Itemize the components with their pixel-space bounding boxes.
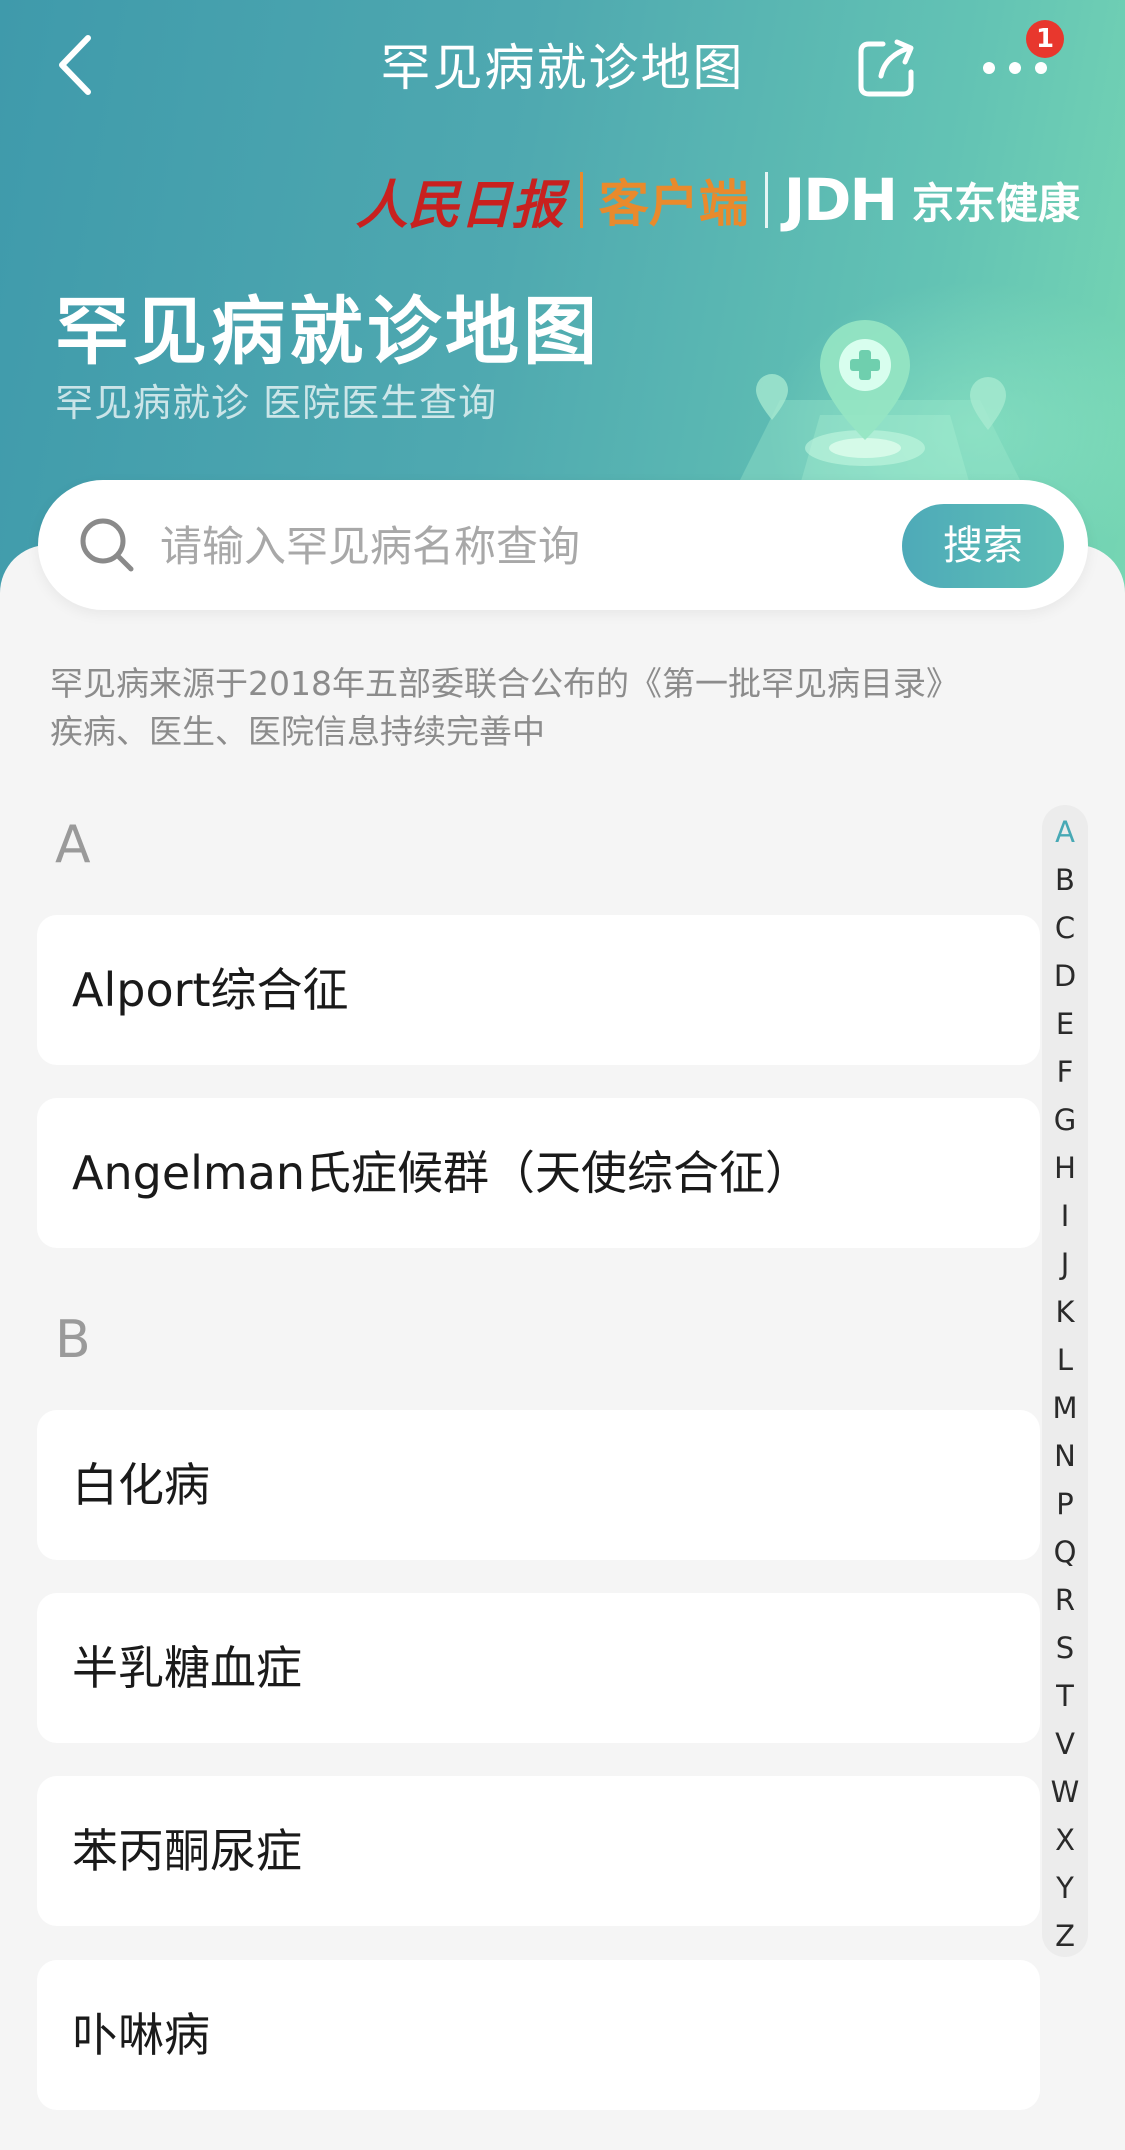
notice-line: 疾病、医生、医院信息持续完善中	[50, 712, 545, 751]
brand-logos: 人民日报 客户端 JDH 京东健康	[355, 165, 1080, 236]
notice-text: 罕见病来源于2018年五部委联合公布的《第一批罕见病目录》 疾病、医生、医院信息…	[50, 660, 1050, 756]
index-letter-f[interactable]: F	[1042, 1055, 1088, 1089]
index-letter-g[interactable]: G	[1042, 1103, 1088, 1137]
list-item[interactable]: Alport综合征	[37, 915, 1040, 1065]
client-logo: 客户端	[598, 175, 749, 233]
index-letter-s[interactable]: S	[1042, 1631, 1088, 1665]
index-letter-k[interactable]: K	[1042, 1295, 1088, 1329]
index-letter-d[interactable]: D	[1042, 959, 1088, 993]
navigation-bar: 罕见病就诊地图 1	[0, 0, 1125, 130]
notice-line: 罕见病来源于2018年五部委联合公布的《第一批罕见病目录》	[50, 664, 959, 703]
page-title: 罕见病就诊地图	[380, 39, 745, 97]
search-icon	[80, 518, 134, 572]
index-letter-z[interactable]: Z	[1042, 1919, 1088, 1953]
jd-health-logo: 京东健康	[911, 178, 1080, 228]
index-letter-y[interactable]: Y	[1042, 1871, 1088, 1905]
index-letter-h[interactable]: H	[1042, 1151, 1088, 1185]
index-letter-t[interactable]: T	[1042, 1679, 1088, 1713]
index-letter-p[interactable]: P	[1042, 1487, 1088, 1521]
disease-name: 白化病	[72, 1458, 210, 1512]
search-bar: 搜索	[38, 480, 1088, 610]
index-letter-x[interactable]: X	[1042, 1823, 1088, 1857]
notification-badge: 1	[1026, 20, 1064, 58]
search-input[interactable]	[158, 510, 922, 582]
list-item[interactable]: 苯丙酮尿症	[37, 1776, 1040, 1926]
jdh-logo: JDH	[783, 166, 898, 234]
index-letter-n[interactable]: N	[1042, 1439, 1088, 1473]
disease-name: Angelman氏症候群（天使综合征）	[72, 1146, 812, 1200]
index-letter-l[interactable]: L	[1042, 1343, 1088, 1377]
search-button[interactable]: 搜索	[902, 504, 1064, 588]
hero-subtitle: 罕见病就诊 医院医生查询	[55, 381, 498, 425]
index-letter-e[interactable]: E	[1042, 1007, 1088, 1041]
index-letter-b[interactable]: B	[1042, 863, 1088, 897]
index-letter-j[interactable]: J	[1042, 1247, 1088, 1281]
disease-name: 卟啉病	[72, 2008, 210, 2062]
section-header-a: A	[55, 815, 91, 875]
brand-divider	[579, 172, 583, 228]
section-header-b: B	[55, 1310, 91, 1370]
list-item[interactable]: 半乳糖血症	[37, 1593, 1040, 1743]
renmin-logo: 人民日报	[355, 174, 564, 236]
index-letter-q[interactable]: Q	[1042, 1535, 1088, 1569]
index-letter-m[interactable]: M	[1042, 1391, 1088, 1425]
list-item[interactable]: Angelman氏症候群（天使综合征）	[37, 1098, 1040, 1248]
disease-name: Alport综合征	[72, 963, 349, 1017]
index-letter-r[interactable]: R	[1042, 1583, 1088, 1617]
index-letter-c[interactable]: C	[1042, 911, 1088, 945]
list-item[interactable]: 白化病	[37, 1410, 1040, 1560]
hero-title: 罕见病就诊地图	[55, 289, 601, 375]
index-letter-a[interactable]: A	[1042, 815, 1088, 849]
disease-name: 苯丙酮尿症	[72, 1824, 302, 1878]
brand-divider	[764, 172, 768, 228]
disease-name: 半乳糖血症	[72, 1641, 302, 1695]
list-item[interactable]: 卟啉病	[37, 1960, 1040, 2110]
share-icon	[858, 39, 914, 97]
index-letter-w[interactable]: W	[1042, 1775, 1088, 1809]
index-letter-v[interactable]: V	[1042, 1727, 1088, 1761]
alphabet-index[interactable]: ABCDEFGHIJKLMNPQRSTVWXYZ	[1042, 805, 1088, 1957]
index-letter-i[interactable]: I	[1042, 1199, 1088, 1233]
share-button[interactable]	[855, 34, 921, 100]
